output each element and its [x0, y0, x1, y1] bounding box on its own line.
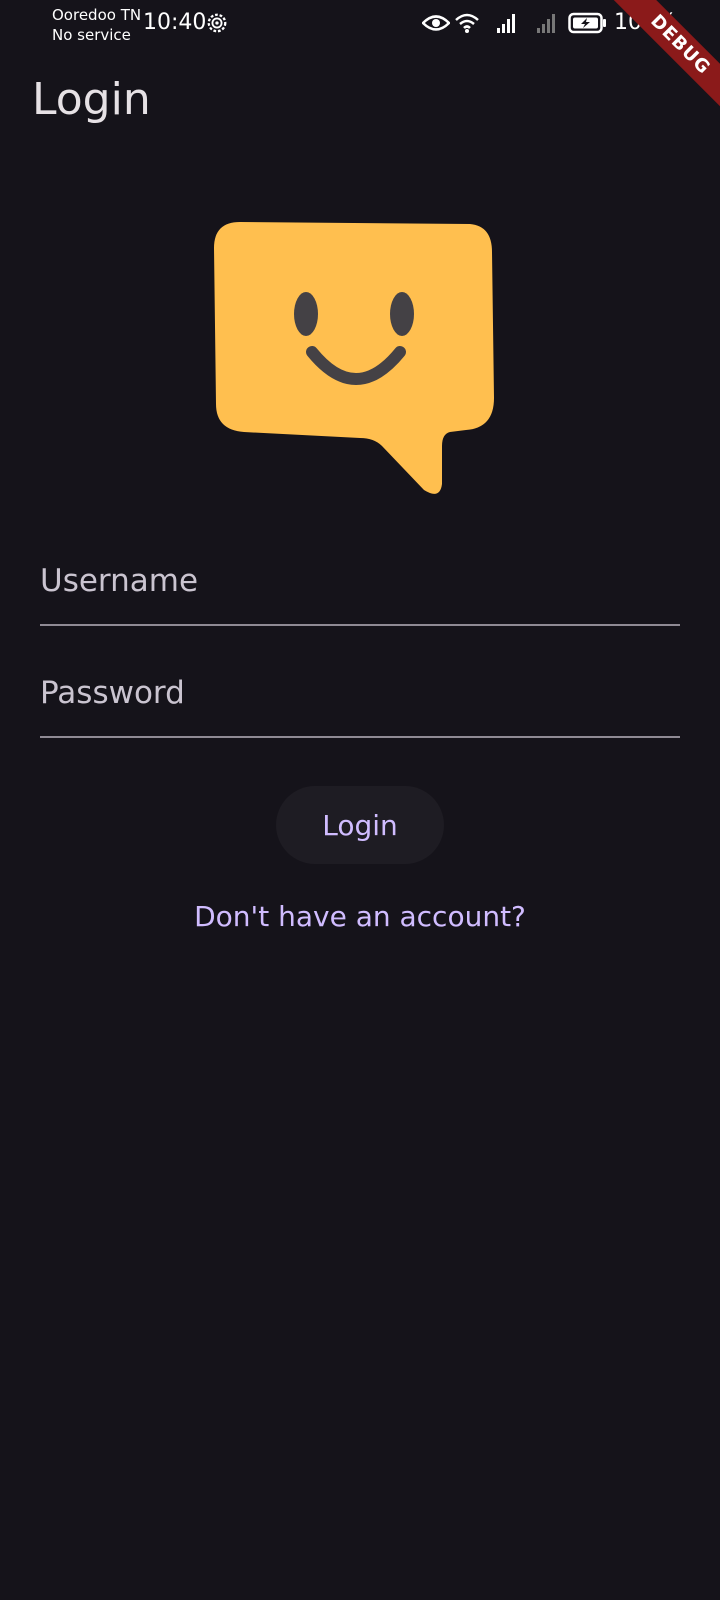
service-status: No service: [52, 26, 131, 44]
carrier-info: Ooredoo TN No service: [52, 5, 141, 45]
clock: 10:40: [143, 10, 207, 35]
battery-percentage: 100%: [614, 10, 677, 35]
signup-link[interactable]: Don't have an account?: [0, 900, 720, 933]
battery-charging-icon: [568, 12, 606, 34]
username-field[interactable]: [40, 538, 680, 626]
signal-icon: [537, 14, 555, 33]
signal-icon: [497, 14, 515, 33]
wifi-icon: [455, 13, 479, 33]
login-button[interactable]: Login: [276, 786, 444, 864]
username-input[interactable]: [40, 556, 680, 606]
password-input[interactable]: [40, 668, 680, 718]
password-field[interactable]: [40, 650, 680, 738]
carrier-name: Ooredoo TN: [52, 6, 142, 24]
status-bar: Ooredoo TN No service 10:40 100%: [0, 0, 720, 48]
gear-icon: [207, 13, 227, 33]
page-title: Login: [32, 74, 151, 125]
eye-icon: [422, 15, 450, 31]
smiley-chat-bubble-icon: [214, 222, 494, 494]
